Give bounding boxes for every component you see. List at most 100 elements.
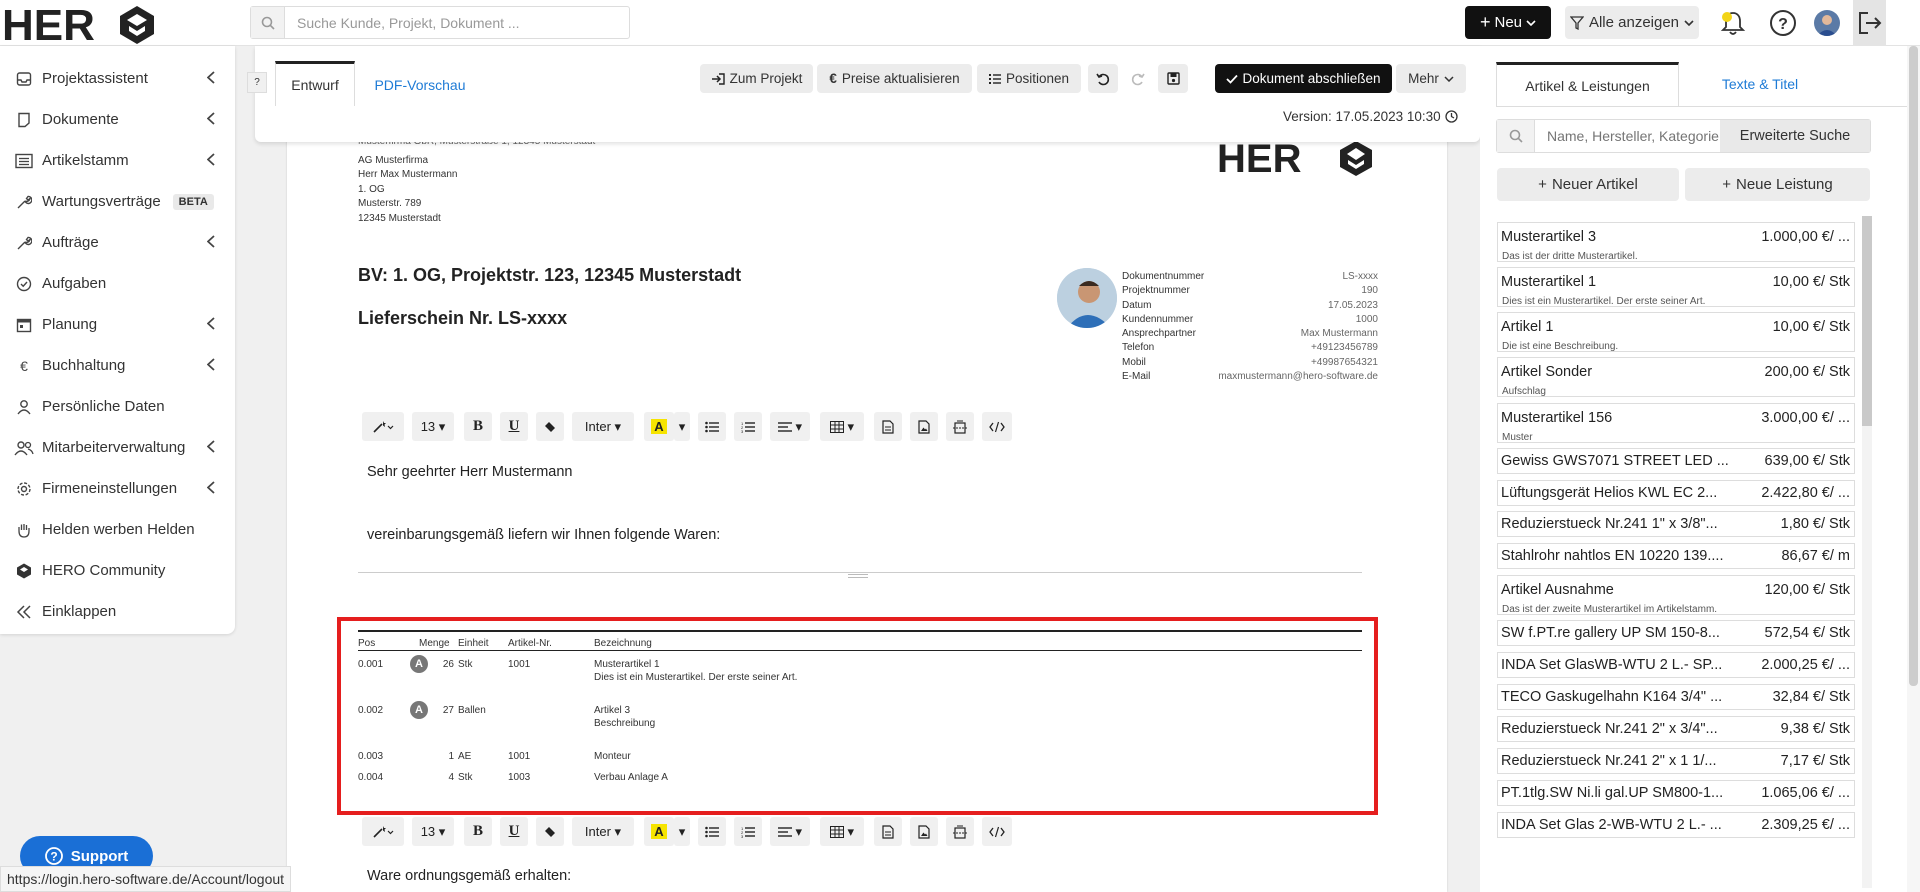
article-item[interactable]: Artikel Ausnahme 120,00 €/ Stk Das ist der… bbox=[1497, 575, 1855, 615]
logout-icon[interactable] bbox=[1853, 0, 1886, 46]
hero-logo[interactable]: HER bbox=[2, 2, 160, 44]
sidebar-item-mitarbeiterverwaltung[interactable]: Mitarbeiterverwaltung bbox=[0, 427, 235, 468]
article-item[interactable]: PT.1tlg.SW Ni.li gal.UP SM800-1... 1.065,… bbox=[1497, 780, 1855, 806]
tab-draft[interactable]: Entwurf bbox=[275, 61, 355, 106]
sidebar-item-hero-community[interactable]: HERO Community bbox=[0, 550, 235, 591]
magic-wand-button[interactable] bbox=[362, 412, 404, 441]
resize-handle[interactable] bbox=[848, 574, 868, 578]
clear-format-button[interactable] bbox=[536, 817, 564, 846]
scrollbar-thumb[interactable] bbox=[1862, 216, 1872, 426]
project-title[interactable]: BV: 1. OG, Projektstr. 123, 12345 Muster… bbox=[358, 265, 741, 286]
article-item[interactable]: Stahlrohr nahtlos EN 10220 139.... 86,67 … bbox=[1497, 543, 1855, 569]
user-avatar[interactable] bbox=[1814, 10, 1840, 36]
redo-button[interactable] bbox=[1123, 64, 1153, 93]
article-item[interactable]: Artikel Sonder 200,00 €/ Stk Aufschlag bbox=[1497, 357, 1855, 397]
clear-format-button[interactable] bbox=[536, 412, 564, 441]
recipient-address[interactable]: AG Musterfirma Herr Max Mustermann 1. OG… bbox=[358, 154, 457, 226]
code-view-button[interactable] bbox=[982, 817, 1012, 846]
tab-pdf-preview[interactable]: PDF-Vorschau bbox=[365, 73, 475, 97]
to-project-button[interactable]: Zum Projekt bbox=[700, 64, 813, 93]
sidebar-item-planung[interactable]: Planung bbox=[0, 304, 235, 345]
new-article-button[interactable]: + Neuer Artikel bbox=[1497, 168, 1679, 201]
table-select[interactable]: ▾ bbox=[820, 817, 864, 846]
global-search-input[interactable] bbox=[285, 7, 629, 38]
page-scrollbar[interactable] bbox=[1907, 46, 1920, 892]
bold-button[interactable]: B bbox=[464, 817, 492, 846]
font-size-select[interactable]: 13 ▾ bbox=[412, 412, 454, 441]
tab-texts[interactable]: Texte & Titel bbox=[1695, 72, 1825, 96]
save-button[interactable] bbox=[1158, 64, 1188, 93]
align-select[interactable]: ▾ bbox=[770, 817, 810, 846]
numbered-list-button[interactable]: 123 bbox=[734, 817, 762, 846]
help-icon[interactable]: ? bbox=[1768, 8, 1798, 38]
document-title[interactable]: Lieferschein Nr. LS-xxxx bbox=[358, 308, 567, 329]
sidebar-item-wartungsvertraege[interactable]: Wartungsverträge BETA bbox=[0, 181, 235, 222]
numbered-list-button[interactable]: 123 bbox=[734, 412, 762, 441]
undo-button[interactable] bbox=[1088, 64, 1118, 93]
article-item[interactable]: Reduzierstueck Nr.241 2" x 1 1/... 7,17 €… bbox=[1497, 748, 1855, 774]
notification-bell-icon[interactable] bbox=[1718, 8, 1748, 38]
highlight-button[interactable]: A bbox=[644, 817, 674, 846]
article-item[interactable]: INDA Set Glas 2-WB-WTU 2 L.- ... 2.309,25… bbox=[1497, 812, 1855, 838]
bullet-list-button[interactable] bbox=[698, 817, 726, 846]
insert-template-button[interactable] bbox=[946, 412, 974, 441]
article-item[interactable]: Reduzierstueck Nr.241 2" x 3/4"... 9,38 €… bbox=[1497, 716, 1855, 742]
article-item[interactable]: Musterartikel 1 10,00 €/ Stk Dies ist ein … bbox=[1497, 267, 1855, 307]
underline-button[interactable]: U bbox=[500, 412, 528, 441]
finish-document-button[interactable]: Dokument abschließen bbox=[1215, 64, 1392, 93]
sidebar-item-artikelstamm[interactable]: Artikelstamm bbox=[0, 140, 235, 181]
highlight-dropdown[interactable]: ▾ bbox=[674, 817, 690, 846]
sidebar-item-projektassistent[interactable]: Projektassistent bbox=[0, 58, 235, 99]
new-service-button[interactable]: + Neue Leistung bbox=[1685, 168, 1870, 201]
tab-articles[interactable]: Artikel & Leistungen bbox=[1496, 62, 1679, 106]
article-item[interactable]: TECO Gaskugelhahn K164 3/4" ... 32,84 €/ … bbox=[1497, 684, 1855, 710]
sidebar-item-firmeneinstellungen[interactable]: Firmeneinstellungen bbox=[0, 468, 235, 509]
sidebar-item-buchhaltung[interactable]: € Buchhaltung bbox=[0, 345, 235, 386]
greeting-text[interactable]: Sehr geehrter Herr Mustermann bbox=[367, 464, 573, 480]
bold-button[interactable]: B bbox=[464, 412, 492, 441]
article-item[interactable]: Musterartikel 156 3.000,00 €/ ... Muster bbox=[1497, 403, 1855, 443]
article-item[interactable]: Musterartikel 3 1.000,00 €/ ... Das ist de… bbox=[1497, 222, 1855, 262]
code-view-button[interactable] bbox=[982, 412, 1012, 441]
more-button[interactable]: Mehr bbox=[1396, 64, 1466, 93]
sidebar-item-helden-werben-helden[interactable]: Helden werben Helden bbox=[0, 509, 235, 550]
bullet-list-button[interactable] bbox=[698, 412, 726, 441]
advanced-search-button[interactable]: Erweiterte Suche bbox=[1720, 120, 1870, 152]
underline-button[interactable]: U bbox=[500, 817, 528, 846]
article-item[interactable]: SW f.PT.re gallery UP SM 150-8... 572,54 … bbox=[1497, 620, 1855, 646]
update-prices-button[interactable]: € Preise aktualisieren bbox=[817, 64, 972, 93]
insert-image-button[interactable] bbox=[910, 817, 938, 846]
table-select[interactable]: ▾ bbox=[820, 412, 864, 441]
article-item[interactable]: Reduzierstueck Nr.241 1" x 3/8"... 1,80 €… bbox=[1497, 511, 1855, 537]
font-size-select[interactable]: 13 ▾ bbox=[412, 817, 454, 846]
article-item[interactable]: INDA Set GlasWB-WTU 2 L.- SP... 2.000,25 … bbox=[1497, 652, 1855, 678]
page-scrollbar-thumb[interactable] bbox=[1909, 46, 1918, 686]
font-family-select[interactable]: Inter ▾ bbox=[572, 817, 634, 846]
global-search[interactable] bbox=[250, 6, 630, 39]
font-family-select[interactable]: Inter ▾ bbox=[572, 412, 634, 441]
intro-text[interactable]: vereinbarungsgemäß liefern wir Ihnen fol… bbox=[367, 527, 720, 543]
filter-button[interactable]: Alle anzeigen bbox=[1565, 6, 1699, 39]
positions-button[interactable]: Positionen bbox=[977, 64, 1081, 93]
sidebar-item-aufgaben[interactable]: Aufgaben bbox=[0, 263, 235, 304]
article-item[interactable]: Artikel 1 10,00 €/ Stk Die ist eine Beschr… bbox=[1497, 312, 1855, 352]
article-item[interactable]: Lüftungsgerät Helios KWL EC 2... 2.422,80… bbox=[1497, 480, 1855, 506]
highlight-dropdown[interactable]: ▾ bbox=[674, 412, 690, 441]
sidebar-item-auftraege[interactable]: Aufträge bbox=[0, 222, 235, 263]
new-button[interactable]: + Neu bbox=[1465, 6, 1551, 39]
help-button[interactable]: ? bbox=[247, 72, 267, 93]
article-list-scrollbar[interactable] bbox=[1862, 216, 1872, 888]
article-item[interactable]: Gewiss GWS7071 STREET LED ... 639,00 €/ S… bbox=[1497, 448, 1855, 474]
magic-wand-button[interactable] bbox=[362, 817, 404, 846]
sidebar-collapse[interactable]: Einklappen bbox=[0, 591, 235, 632]
insert-file-button[interactable] bbox=[874, 412, 902, 441]
insert-image-button[interactable] bbox=[910, 412, 938, 441]
article-search[interactable]: Erweiterte Suche bbox=[1496, 119, 1871, 153]
insert-template-button[interactable] bbox=[946, 817, 974, 846]
outro-text[interactable]: Ware ordnungsgemäß erhalten: bbox=[367, 868, 571, 884]
article-search-input[interactable] bbox=[1535, 121, 1720, 151]
sidebar-item-persoenliche-daten[interactable]: Persönliche Daten bbox=[0, 386, 235, 427]
highlight-button[interactable]: A bbox=[644, 412, 674, 441]
align-select[interactable]: ▾ bbox=[770, 412, 810, 441]
sidebar-item-dokumente[interactable]: Dokumente bbox=[0, 99, 235, 140]
